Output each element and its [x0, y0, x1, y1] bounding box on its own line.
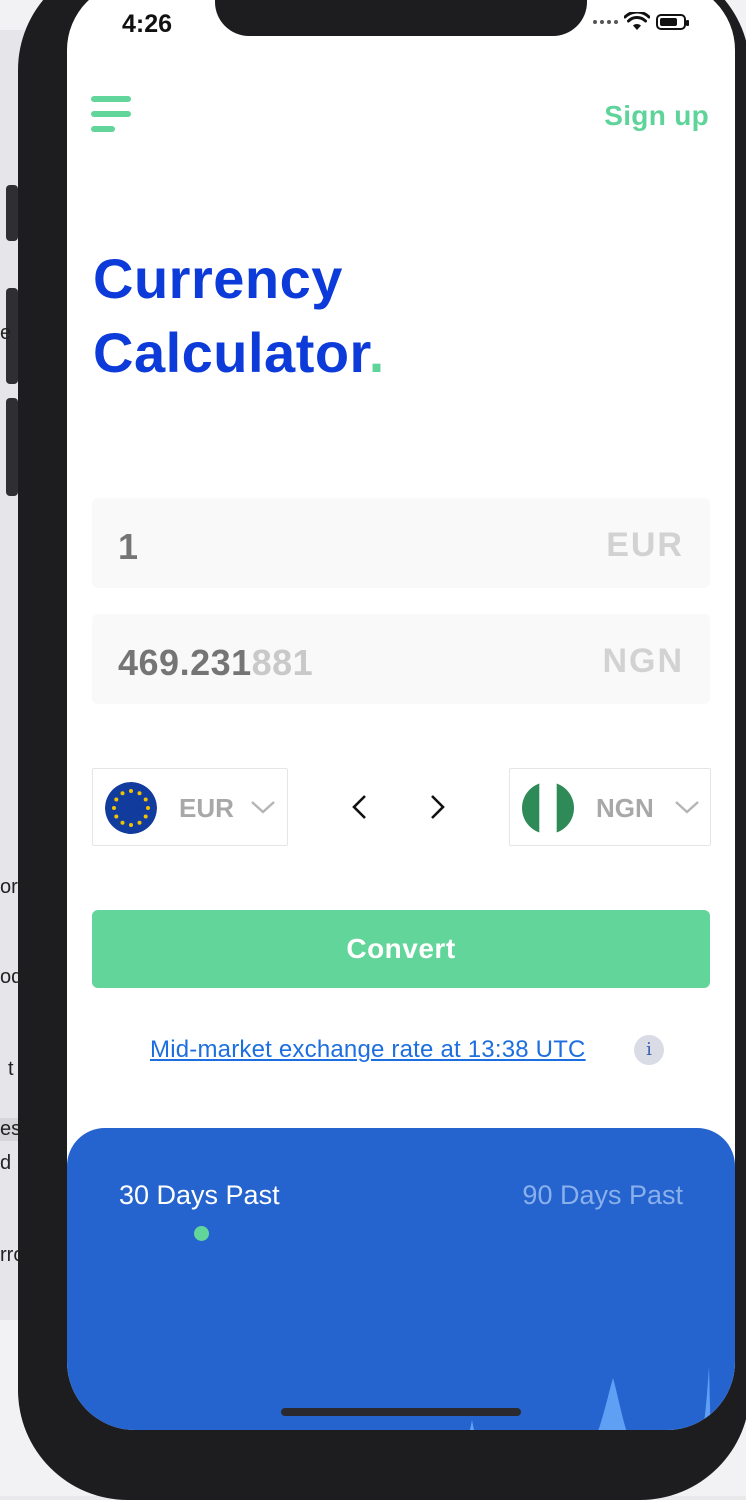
title-dot: . [368, 321, 385, 384]
chevron-down-icon [675, 801, 699, 814]
cellular-signal-icon [593, 20, 618, 24]
chevron-down-icon [251, 801, 275, 814]
battery-icon [656, 14, 689, 30]
tab-90-days[interactable]: 90 Days Past [522, 1180, 683, 1211]
background-handle [6, 398, 18, 496]
converted-value: 469.231881 [118, 642, 314, 683]
status-indicators [593, 12, 689, 32]
from-currency-select[interactable]: EUR [92, 768, 288, 846]
title-line-1: Currency [93, 247, 343, 310]
background-handle [6, 185, 18, 241]
converted-amount-field[interactable]: 469.231881 NGN [92, 614, 710, 704]
converted-currency-code: NGN [602, 642, 684, 680]
info-icon[interactable]: i [634, 1035, 664, 1065]
nigeria-flag-icon [522, 782, 574, 834]
to-currency-label: NGN [596, 793, 654, 823]
amount-currency-code: EUR [606, 526, 684, 564]
background-text: t [8, 1058, 14, 1080]
page-title: Currency Calculator. [93, 242, 385, 390]
notch [215, 0, 587, 36]
background-text: e [0, 322, 12, 344]
eu-flag-icon [105, 782, 157, 834]
history-panel: 30 Days Past 90 Days Past [67, 1128, 735, 1430]
title-line-2: Calculator. [93, 321, 385, 384]
history-chart [469, 1366, 711, 1430]
home-indicator [281, 1408, 521, 1416]
exchange-rate-link[interactable]: Mid-market exchange rate at 13:38 UTC [150, 1036, 586, 1064]
amount-value: 1 [118, 526, 139, 567]
convert-button[interactable]: Convert [92, 910, 710, 988]
amount-input[interactable]: 1 EUR [92, 498, 710, 588]
active-tab-indicator [194, 1226, 209, 1241]
wifi-icon [624, 12, 650, 30]
app-screen: 4:26 Sign up Currency Calculator. 1 EUR … [67, 0, 735, 1430]
chevron-right-icon[interactable] [425, 794, 449, 820]
from-currency-label: EUR [179, 793, 234, 823]
tab-30-days[interactable]: 30 Days Past [119, 1180, 280, 1211]
chevron-left-icon[interactable] [348, 794, 372, 820]
to-currency-select[interactable]: NGN [509, 768, 711, 846]
signup-link[interactable]: Sign up [604, 100, 709, 132]
hamburger-menu-icon[interactable] [91, 96, 133, 134]
phone-frame: 4:26 Sign up Currency Calculator. 1 EUR … [18, 0, 746, 1500]
status-time: 4:26 [122, 10, 173, 38]
background-text: d [0, 1152, 12, 1174]
